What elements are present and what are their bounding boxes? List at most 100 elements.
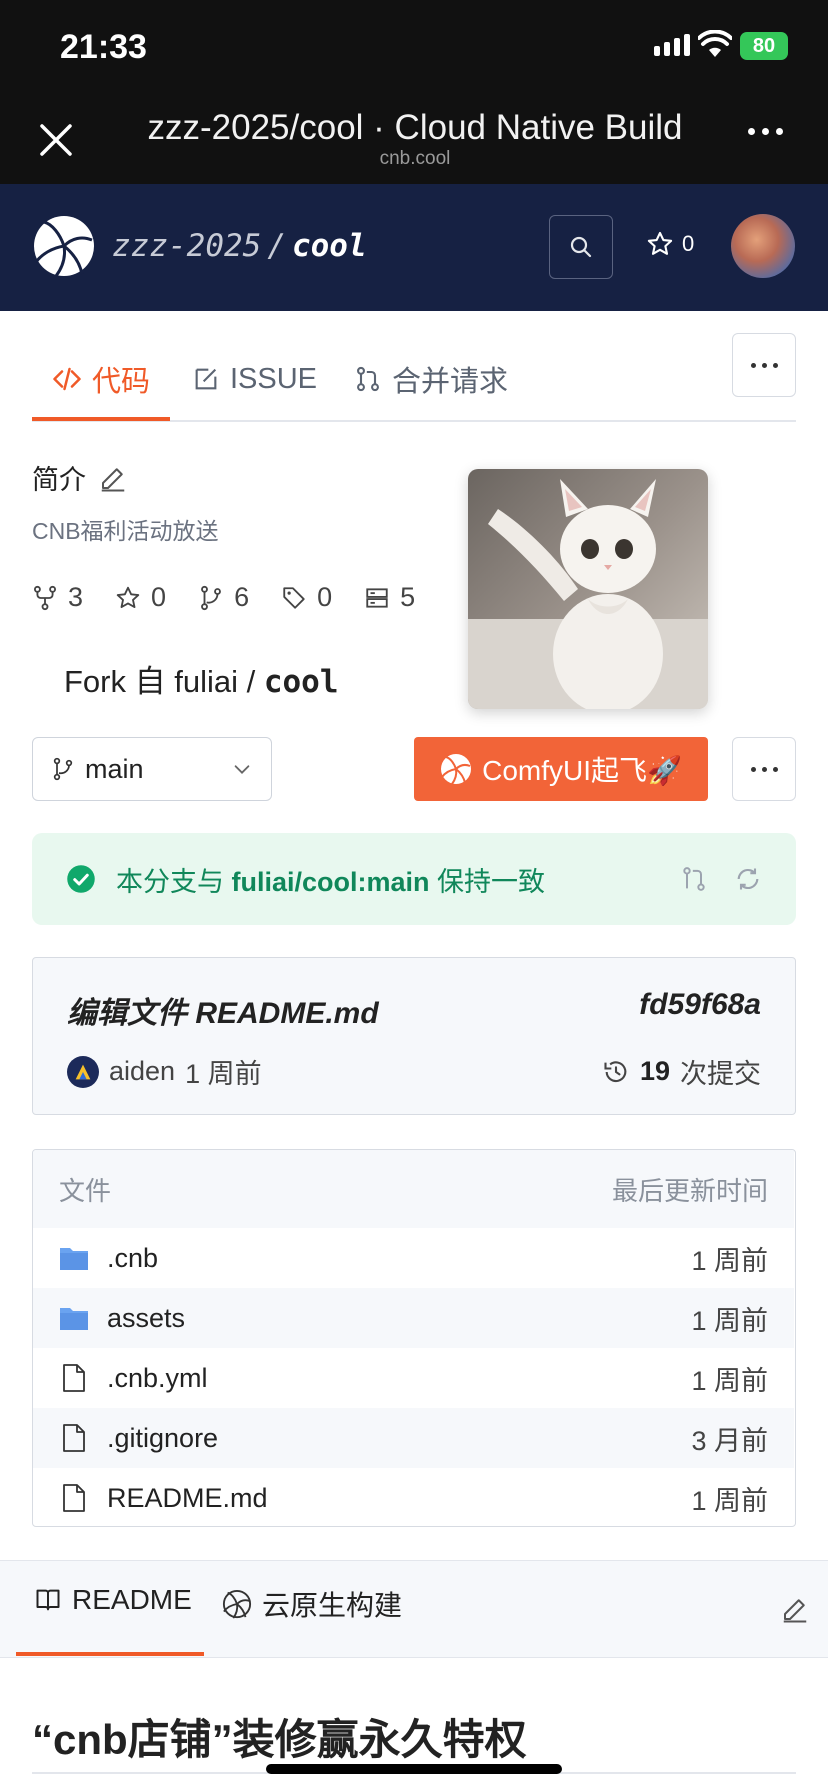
sync-text-prefix: 本分支与 bbox=[116, 866, 232, 897]
file-icon bbox=[59, 1483, 89, 1513]
file-table-header: 文件 最后更新时间 bbox=[33, 1150, 794, 1228]
folder-icon bbox=[59, 1303, 89, 1333]
branches-count: 6 bbox=[234, 582, 250, 612]
commit-hash[interactable]: fd59f68a bbox=[639, 988, 761, 1022]
author-avatar-icon bbox=[75, 1064, 91, 1079]
commit-count-value: 19 bbox=[639, 1056, 670, 1086]
forked-from-prefix: Fork 自 fuliai / bbox=[64, 664, 264, 699]
commit-count[interactable]: 19 次提交 bbox=[602, 1052, 761, 1091]
stat-forks[interactable]: 3 bbox=[32, 582, 83, 613]
tab-code[interactable]: 代码 bbox=[52, 336, 150, 422]
more-options-button[interactable] bbox=[732, 333, 796, 397]
fork-icon bbox=[34, 585, 56, 610]
repo-breadcrumb[interactable]: zzz-2025/cool bbox=[112, 228, 367, 264]
file-time: 1 周前 bbox=[691, 1485, 768, 1516]
issue-icon bbox=[195, 368, 217, 390]
file-icon bbox=[59, 1423, 89, 1453]
commit-message[interactable]: 编辑文件 README.md bbox=[67, 988, 379, 1032]
book-icon bbox=[36, 1589, 60, 1611]
file-name[interactable]: .gitignore bbox=[107, 1423, 218, 1454]
cnb-logo-icon[interactable] bbox=[32, 214, 96, 278]
stat-branches[interactable]: 6 bbox=[198, 582, 249, 613]
sync-status-banner: 本分支与 fuliai/cool:main 保持一致 bbox=[32, 833, 796, 925]
wifi-icon bbox=[698, 30, 732, 57]
stat-releases[interactable]: 5 bbox=[364, 582, 415, 613]
file-time: 1 周前 bbox=[691, 1365, 768, 1396]
cnb-logo-icon bbox=[222, 1589, 252, 1619]
commit-author-name[interactable]: aiden bbox=[109, 1056, 175, 1087]
tab-readme-label: README bbox=[72, 1584, 192, 1615]
header-file: 文件 bbox=[59, 1175, 112, 1206]
edit-icon[interactable] bbox=[98, 463, 128, 493]
tab-readme[interactable]: README bbox=[34, 1584, 192, 1616]
file-table: 文件 最后更新时间 .cnb 1 周前 assets 1 周前 .cnb.yml… bbox=[32, 1149, 796, 1527]
browser-more-icon[interactable] bbox=[748, 128, 783, 135]
repo-stats: 3 0 6 0 5 bbox=[32, 582, 415, 613]
intro-title: 简介 bbox=[32, 465, 86, 495]
sync-text: 本分支与 fuliai/cool:main 保持一致 bbox=[116, 860, 545, 899]
breadcrumb-separator: / bbox=[267, 228, 286, 264]
file-name[interactable]: README.md bbox=[107, 1483, 268, 1514]
file-row[interactable]: .cnb 1 周前 bbox=[33, 1228, 794, 1288]
tab-issue-label: ISSUE bbox=[230, 362, 318, 395]
tab-pull-requests[interactable]: 合并请求 bbox=[354, 336, 508, 422]
file-row[interactable]: README.md 1 周前 bbox=[33, 1468, 794, 1526]
comfyui-button[interactable]: ComfyUI起飞🚀 bbox=[414, 737, 708, 801]
readme-heading: “cnb店铺”装修赢永久特权 bbox=[32, 1716, 527, 1763]
tab-cloud-build[interactable]: 云原生构建 bbox=[222, 1584, 402, 1624]
sync-icon[interactable] bbox=[734, 865, 762, 893]
file-time: 3 月前 bbox=[691, 1425, 768, 1456]
code-icon bbox=[53, 367, 81, 391]
star-outline-icon bbox=[116, 586, 140, 608]
stat-tags[interactable]: 0 bbox=[281, 582, 332, 613]
signal-icon bbox=[654, 34, 690, 56]
file-row[interactable]: .gitignore 3 月前 bbox=[33, 1408, 794, 1468]
tag-icon bbox=[283, 586, 305, 609]
home-indicator[interactable] bbox=[266, 1764, 562, 1774]
intro-heading: 简介 bbox=[32, 458, 128, 497]
release-icon bbox=[366, 587, 388, 608]
tab-issue[interactable]: ISSUE bbox=[192, 336, 317, 422]
comfyui-button-label: ComfyUI起飞🚀 bbox=[482, 755, 682, 786]
forked-from-repo[interactable]: cool bbox=[264, 664, 339, 700]
folder-icon bbox=[59, 1243, 89, 1273]
branch-selector[interactable]: main bbox=[32, 737, 272, 801]
forked-from[interactable]: Fork 自 fuliai / cool bbox=[64, 656, 338, 701]
commit-author: aiden 1 周前 bbox=[67, 1052, 262, 1091]
branch-more-button[interactable] bbox=[732, 737, 796, 801]
file-time: 1 周前 bbox=[691, 1305, 768, 1336]
star-button[interactable]: 0 bbox=[646, 230, 694, 258]
repo-name[interactable]: cool bbox=[292, 228, 367, 264]
chevron-down-icon bbox=[234, 765, 250, 774]
file-name[interactable]: assets bbox=[107, 1303, 185, 1334]
compare-icon[interactable] bbox=[680, 865, 708, 893]
tags-count: 0 bbox=[317, 582, 333, 612]
stat-stars[interactable]: 0 bbox=[115, 582, 166, 613]
star-count: 0 bbox=[682, 231, 695, 256]
file-row[interactable]: .cnb.yml 1 周前 bbox=[33, 1348, 794, 1408]
history-icon bbox=[604, 1060, 627, 1082]
file-icon bbox=[59, 1363, 89, 1393]
releases-count: 5 bbox=[400, 582, 416, 612]
battery-indicator: 80 bbox=[740, 32, 788, 60]
repo-owner[interactable]: zzz-2025 bbox=[112, 228, 261, 264]
file-name[interactable]: .cnb bbox=[107, 1243, 158, 1274]
latest-commit-card[interactable]: 编辑文件 README.md fd59f68a aiden 1 周前 19 次提… bbox=[32, 957, 796, 1115]
search-button[interactable] bbox=[549, 215, 613, 279]
tab-code-label: 代码 bbox=[92, 366, 151, 398]
branch-icon bbox=[201, 585, 221, 610]
user-avatar[interactable] bbox=[731, 214, 795, 278]
check-circle-icon bbox=[67, 865, 95, 893]
cat-image bbox=[468, 469, 708, 709]
commit-count-label: 次提交 bbox=[680, 1059, 761, 1089]
stars-count: 0 bbox=[151, 582, 167, 612]
close-icon[interactable] bbox=[34, 118, 78, 162]
file-row[interactable]: assets 1 周前 bbox=[33, 1288, 794, 1348]
edit-readme-icon[interactable] bbox=[780, 1594, 810, 1624]
cnb-logo-icon bbox=[441, 754, 472, 785]
file-name[interactable]: .cnb.yml bbox=[107, 1363, 208, 1394]
sync-target[interactable]: fuliai/cool:main bbox=[232, 867, 430, 897]
author-avatar[interactable] bbox=[67, 1055, 99, 1088]
intro-description: CNB福利活动放送 bbox=[32, 518, 219, 544]
pull-request-icon bbox=[357, 366, 379, 392]
